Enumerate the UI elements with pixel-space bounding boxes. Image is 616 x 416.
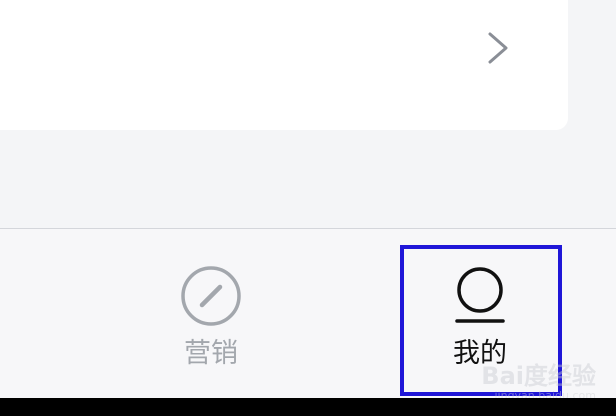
tab-marketing[interactable]: 营销 — [131, 229, 291, 399]
watermark-logo: Bai度经验 — [481, 362, 596, 390]
watermark: Bai度经验 jingyan.baidu.com — [481, 356, 596, 402]
chevron-right-icon[interactable] — [482, 28, 514, 68]
tab-label-marketing: 营销 — [184, 338, 238, 369]
compass-icon — [181, 266, 241, 326]
home-indicator-bar — [0, 398, 616, 416]
